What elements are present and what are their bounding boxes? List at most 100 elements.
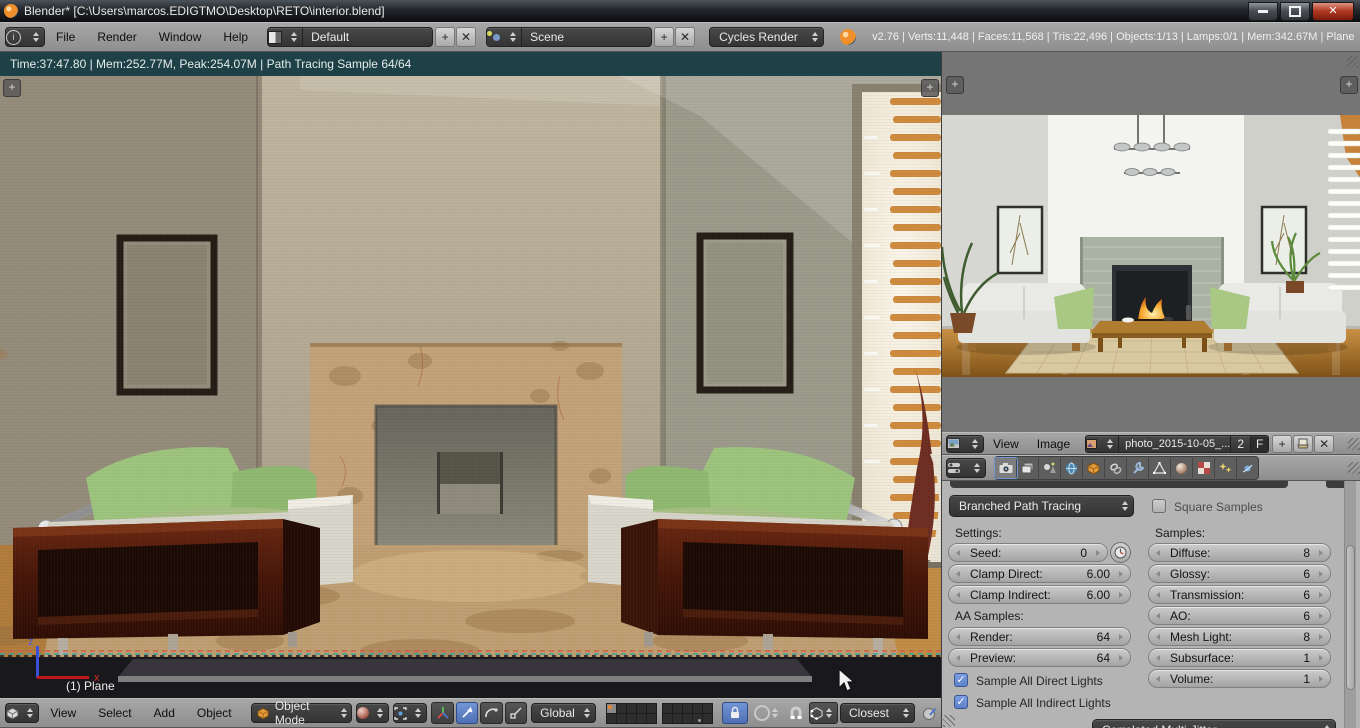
menu-add[interactable]: Add [143,706,186,720]
tab-particles[interactable] [1215,458,1237,478]
tab-render[interactable] [994,457,1018,479]
pack-image-button[interactable] [1293,434,1314,453]
stepper-left-icon[interactable] [1153,633,1160,640]
region-expand-button[interactable]: + [946,76,964,94]
editor-type-selector-properties[interactable] [946,458,986,478]
region-expand-left-button[interactable]: + [3,79,21,97]
region-corner-grip[interactable] [1348,438,1360,450]
pivot-point-selector[interactable] [392,703,428,723]
menu-file[interactable]: File [45,30,86,44]
stepper-left-icon[interactable] [953,654,960,661]
seed-field[interactable]: Seed: 0 [948,543,1108,562]
subsurface-samples-field[interactable]: Subsurface: 1 [1148,648,1331,667]
seed-animate-button[interactable] [1110,542,1131,563]
snap-toggle-button[interactable] [785,702,807,724]
sampling-pattern-selector[interactable]: Correlated Multi-Jitter [1092,719,1336,728]
stepper-left-icon[interactable] [1153,612,1160,619]
screen-layout-browse[interactable] [267,27,304,47]
menu-image-view[interactable]: View [984,437,1028,451]
region-corner-grip[interactable] [1347,56,1359,68]
snap-target-selector[interactable]: Closest [840,703,915,723]
add-layout-button[interactable]: + [435,27,456,47]
editor-type-selector-3d[interactable] [5,703,40,723]
scene-name[interactable]: Scene [522,27,653,47]
stepper-right-icon[interactable] [1319,612,1326,619]
editor-type-selector[interactable]: i [5,27,45,47]
image-editor-canvas[interactable]: + + [942,52,1360,432]
viewport-3d[interactable]: + + z x (1) Plane [0,76,941,698]
stepper-right-icon[interactable] [1119,633,1126,640]
region-corner-grip[interactable] [1348,462,1360,474]
manipulator-toggle-button[interactable] [431,702,454,724]
add-scene-button[interactable]: + [654,27,675,47]
proportional-edit-selector[interactable] [753,702,783,724]
stepper-right-icon[interactable] [1119,654,1126,661]
stepper-left-icon[interactable] [1153,591,1160,598]
stepper-right-icon[interactable] [1319,675,1326,682]
region-corner-grip[interactable] [943,715,955,727]
tab-modifiers[interactable] [1127,458,1149,478]
stepper-left-icon[interactable] [953,591,960,598]
scrollbar-thumb[interactable] [1346,545,1355,690]
diffuse-samples-field[interactable]: Diffuse: 8 [1148,543,1331,562]
rotate-manipulator-button[interactable] [480,702,503,724]
menu-window[interactable]: Window [148,30,213,44]
menu-select[interactable]: Select [87,706,142,720]
stepper-right-icon[interactable] [1119,591,1126,598]
aa-preview-field[interactable]: Preview: 64 [948,648,1131,667]
stepper-left-icon[interactable] [1153,549,1160,556]
ao-samples-field[interactable]: AO: 6 [1148,606,1331,625]
mode-selector[interactable]: Object Mode [250,699,353,727]
image-name-field[interactable]: photo_2015-10-05_... [1119,434,1232,453]
viewport-shading-selector[interactable] [356,703,389,723]
glossy-samples-field[interactable]: Glossy: 6 [1148,564,1331,583]
tab-render-layers[interactable] [1017,458,1039,478]
stepper-left-icon[interactable] [1153,675,1160,682]
sample-all-direct-checkbox[interactable]: ✓ [954,673,968,687]
lock-to-scene-button[interactable] [721,702,748,724]
stepper-left-icon[interactable] [953,549,960,556]
mesh-light-samples-field[interactable]: Mesh Light: 8 [1148,627,1331,646]
partial-widget[interactable] [950,481,1288,488]
tab-object[interactable] [1083,458,1105,478]
stepper-right-icon[interactable] [1119,570,1126,577]
volume-samples-field[interactable]: Volume: 1 [1148,669,1331,688]
integrator-selector[interactable]: Branched Path Tracing [949,495,1134,517]
scale-manipulator-button[interactable] [504,702,528,724]
menu-object[interactable]: Object [186,706,243,720]
stepper-left-icon[interactable] [953,633,960,640]
tab-constraints[interactable] [1105,458,1127,478]
orientation-selector[interactable]: Global [531,703,596,723]
tab-material[interactable] [1171,458,1193,478]
sample-all-indirect-checkbox[interactable]: ✓ [954,695,968,709]
tab-physics[interactable] [1237,458,1258,478]
tab-data[interactable] [1149,458,1171,478]
delete-scene-button[interactable]: ✕ [675,27,696,47]
stepper-right-icon[interactable] [1319,591,1326,598]
stepper-right-icon[interactable] [1319,633,1326,640]
region-expand-button[interactable]: + [1340,76,1358,94]
properties-scrollbar[interactable] [1344,481,1356,728]
scene-browse[interactable] [486,27,523,47]
tab-texture[interactable] [1193,458,1215,478]
aa-render-field[interactable]: Render: 64 [948,627,1131,646]
stepper-left-icon[interactable] [953,570,960,577]
window-titlebar[interactable]: Blender* [C:\Users\marcos.EDIGTMO\Deskto… [0,0,1360,22]
image-users-button[interactable]: 2 [1231,434,1252,453]
menu-image[interactable]: Image [1028,437,1079,451]
clamp-direct-field[interactable]: Clamp Direct: 6.00 [948,564,1131,583]
stepper-left-icon[interactable] [1153,654,1160,661]
tab-world[interactable] [1061,458,1083,478]
render-engine-selector[interactable]: Cycles Render [709,27,825,47]
opengl-render-button[interactable] [919,702,941,724]
translate-manipulator-button[interactable] [455,702,479,724]
stepper-right-icon[interactable] [1319,549,1326,556]
minimize-button[interactable] [1248,1,1278,21]
close-button[interactable]: ✕ [1312,1,1354,21]
restore-button[interactable] [1280,1,1310,21]
menu-render[interactable]: Render [86,30,147,44]
editor-type-selector-image[interactable] [946,434,984,453]
new-image-button[interactable]: + [1272,434,1293,453]
menu-help[interactable]: Help [212,30,259,44]
stepper-right-icon[interactable] [1319,654,1326,661]
